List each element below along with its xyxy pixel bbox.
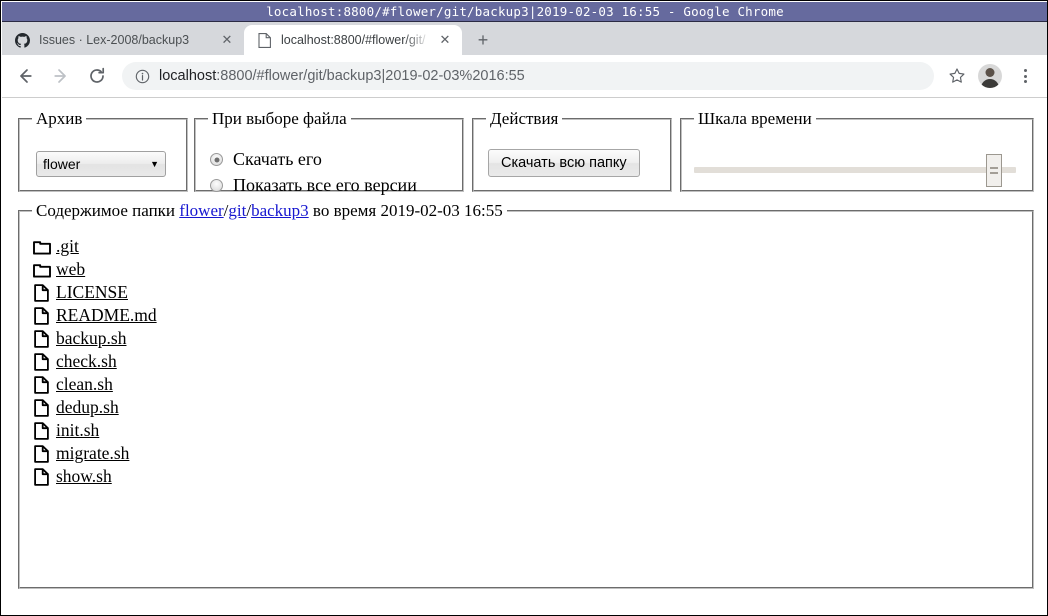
avatar-head bbox=[985, 68, 995, 77]
url-host: localhost bbox=[159, 68, 217, 84]
file-name-link[interactable]: check.sh bbox=[56, 351, 117, 372]
radio-label: Скачать его bbox=[233, 149, 322, 169]
address-bar[interactable]: localhost:8800/#flower/git/backup3|2019-… bbox=[122, 62, 934, 90]
breadcrumb-link-git[interactable]: git bbox=[228, 201, 246, 220]
file-list-item[interactable]: README.md bbox=[32, 304, 1024, 327]
file-list-item[interactable]: .git bbox=[32, 235, 1024, 258]
radio-label: Показать все его версии bbox=[233, 175, 417, 195]
tab-localhost[interactable]: localhost:8800/#flower/git/ ✕ bbox=[244, 25, 462, 55]
folder-breadcrumb-legend: Содержимое папки flower/git/backup3 во в… bbox=[36, 201, 503, 220]
slider-thumb[interactable] bbox=[986, 154, 1002, 187]
page-icon bbox=[256, 32, 272, 48]
file-list-item[interactable]: init.sh bbox=[32, 419, 1024, 442]
site-info-icon[interactable] bbox=[134, 68, 150, 84]
window-title: localhost:8800/#flower/git/backup3|2019-… bbox=[266, 4, 784, 19]
file-list-item[interactable]: clean.sh bbox=[32, 373, 1024, 396]
tab-issues[interactable]: Issues · Lex-2008/backup3 ✕ bbox=[2, 25, 244, 55]
page-content: Архив flower ▼ При выборе файла Скачать … bbox=[2, 98, 1047, 615]
back-icon[interactable] bbox=[10, 61, 40, 91]
window-titlebar: localhost:8800/#flower/git/backup3|2019-… bbox=[2, 2, 1047, 22]
file-name-link[interactable]: backup.sh bbox=[56, 328, 126, 349]
file-name-link[interactable]: .git bbox=[56, 236, 79, 257]
file-list-item[interactable]: LICENSE bbox=[32, 281, 1024, 304]
chevron-down-icon: ▼ bbox=[150, 159, 159, 169]
file-list-item[interactable]: backup.sh bbox=[32, 327, 1024, 350]
file-name-link[interactable]: web bbox=[56, 259, 85, 280]
chrome-menu-icon[interactable] bbox=[1010, 61, 1040, 91]
file-icon bbox=[32, 398, 51, 417]
file-icon bbox=[32, 352, 51, 371]
github-icon bbox=[14, 32, 30, 48]
file-icon bbox=[32, 375, 51, 394]
file-icon bbox=[32, 306, 51, 325]
bookmark-star-icon[interactable] bbox=[942, 61, 972, 91]
file-icon bbox=[32, 467, 51, 486]
archive-select-value: flower bbox=[43, 156, 81, 172]
on-file-select-panel: При выборе файла Скачать его Показать вс… bbox=[194, 109, 464, 195]
archive-panel: Архив flower ▼ bbox=[18, 109, 188, 192]
folder-icon bbox=[32, 260, 51, 279]
actions-legend: Действия bbox=[490, 109, 559, 128]
avatar-body bbox=[981, 79, 999, 88]
download-folder-button[interactable]: Скачать всю папку bbox=[488, 149, 640, 177]
file-name-link[interactable]: migrate.sh bbox=[56, 443, 129, 464]
file-list-item[interactable]: check.sh bbox=[32, 350, 1024, 373]
file-icon bbox=[32, 283, 51, 302]
folder-contents-panel: Содержимое папки flower/git/backup3 во в… bbox=[18, 201, 1034, 589]
archive-legend: Архив bbox=[36, 109, 83, 128]
actions-panel: Действия Скачать всю папку bbox=[472, 109, 672, 192]
file-icon bbox=[32, 444, 51, 463]
close-icon[interactable]: ✕ bbox=[218, 31, 236, 49]
file-name-link[interactable]: LICENSE bbox=[56, 282, 128, 303]
tab-title: localhost:8800/#flower/git/ bbox=[281, 32, 430, 48]
file-list-item[interactable]: dedup.sh bbox=[32, 396, 1024, 419]
close-icon[interactable]: ✕ bbox=[436, 31, 454, 49]
reload-icon[interactable] bbox=[82, 61, 112, 91]
url-path: :8800/#flower/git/backup3|2019-02-03%201… bbox=[216, 68, 525, 84]
on-file-select-legend: При выборе файла bbox=[212, 109, 347, 128]
timeline-slider[interactable] bbox=[694, 154, 1016, 187]
file-icon bbox=[32, 329, 51, 348]
forward-icon[interactable] bbox=[46, 61, 76, 91]
new-tab-button[interactable]: + bbox=[468, 25, 498, 55]
tab-strip: Issues · Lex-2008/backup3 ✕ localhost:88… bbox=[2, 22, 1047, 55]
radio-show-versions[interactable]: Показать все его версии bbox=[210, 175, 417, 196]
file-list-item[interactable]: show.sh bbox=[32, 465, 1024, 488]
file-name-link[interactable]: dedup.sh bbox=[56, 397, 119, 418]
archive-select[interactable]: flower ▼ bbox=[36, 151, 166, 177]
folder-icon bbox=[32, 237, 51, 256]
radio-icon-unselected[interactable] bbox=[210, 179, 223, 192]
breadcrumb-link-backup3[interactable]: backup3 bbox=[251, 201, 309, 220]
file-list-item[interactable]: web bbox=[32, 258, 1024, 281]
browser-window: localhost:8800/#flower/git/backup3|2019-… bbox=[0, 0, 1048, 616]
url-text: localhost:8800/#flower/git/backup3|2019-… bbox=[159, 68, 525, 84]
file-list: .git web LICENSE README.md backup.sh check.sh… bbox=[32, 235, 1024, 488]
file-list-item[interactable]: migrate.sh bbox=[32, 442, 1024, 465]
radio-download-file[interactable]: Скачать его bbox=[210, 149, 322, 170]
browser-toolbar: localhost:8800/#flower/git/backup3|2019-… bbox=[2, 55, 1047, 98]
avatar[interactable] bbox=[978, 64, 1002, 88]
file-name-link[interactable]: init.sh bbox=[56, 420, 99, 441]
tab-title: Issues · Lex-2008/backup3 bbox=[39, 32, 212, 48]
slider-track[interactable] bbox=[694, 167, 1016, 173]
timeline-panel: Шкала времени bbox=[680, 109, 1034, 192]
breadcrumb-link-flower[interactable]: flower bbox=[179, 201, 223, 220]
file-icon bbox=[32, 421, 51, 440]
file-name-link[interactable]: show.sh bbox=[56, 466, 112, 487]
file-name-link[interactable]: clean.sh bbox=[56, 374, 113, 395]
timeline-legend: Шкала времени bbox=[698, 109, 812, 128]
file-name-link[interactable]: README.md bbox=[56, 305, 157, 326]
radio-icon-selected[interactable] bbox=[210, 153, 223, 166]
